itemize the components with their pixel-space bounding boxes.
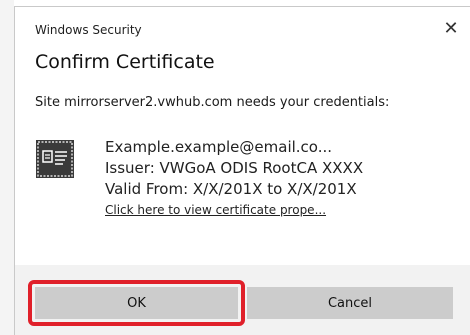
close-button[interactable]: ✕ bbox=[436, 15, 466, 41]
view-certificate-properties-link[interactable]: Click here to view certificate prope... bbox=[105, 200, 363, 220]
confirm-certificate-dialog: Windows Security ✕ Confirm Certificate S… bbox=[14, 6, 470, 335]
background-window bbox=[0, 0, 14, 335]
cancel-button[interactable]: Cancel bbox=[247, 287, 453, 319]
credentials-message: Site mirrorserver2.vwhub.com needs your … bbox=[35, 95, 390, 110]
certificate-icon bbox=[35, 139, 75, 179]
ok-button[interactable]: OK bbox=[35, 287, 238, 319]
title-bar: Windows Security ✕ bbox=[15, 7, 470, 41]
certificate-details[interactable]: Example.example@email.co... Issuer: VWGo… bbox=[105, 137, 363, 220]
certificate-issuer: Issuer: VWGoA ODIS RootCA XXXX bbox=[105, 159, 364, 177]
certificate-validity: Valid From: X/X/201X to X/X/201X bbox=[105, 180, 357, 198]
certificate-email: Example.example@email.co... bbox=[105, 138, 333, 156]
close-icon: ✕ bbox=[443, 17, 459, 39]
dialog-heading: Confirm Certificate bbox=[35, 51, 215, 73]
app-title: Windows Security bbox=[35, 23, 142, 37]
button-bar: OK Cancel bbox=[15, 265, 470, 335]
